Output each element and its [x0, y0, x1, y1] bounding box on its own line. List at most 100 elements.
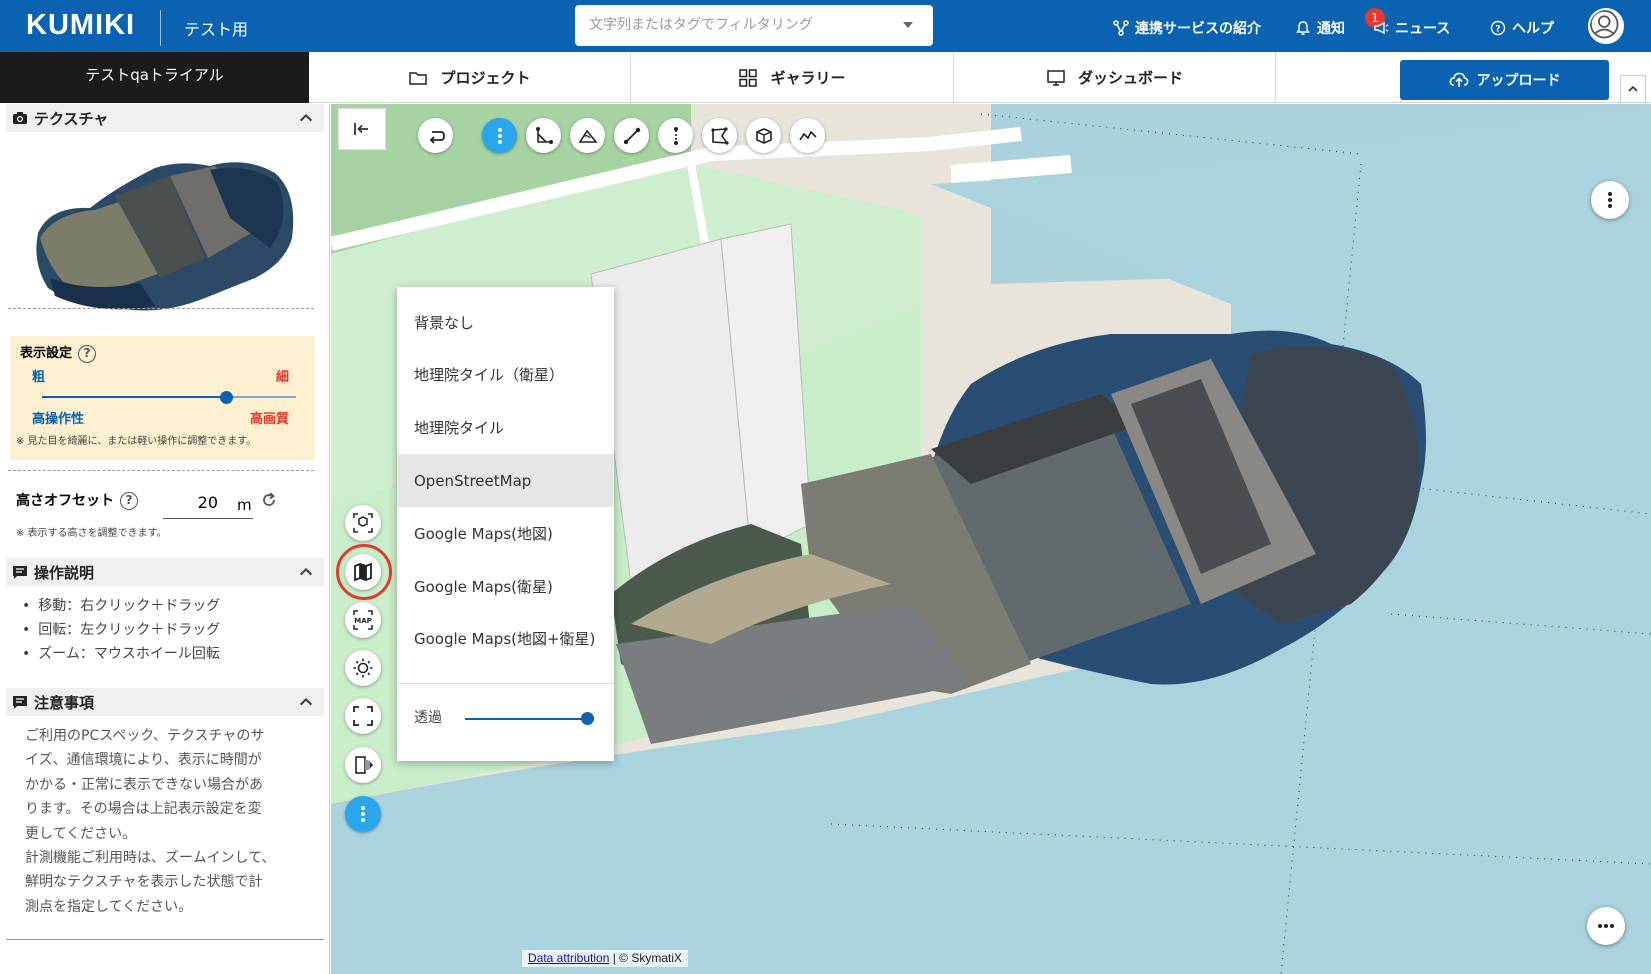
menu-item-google-map[interactable]: Google Maps(地図) — [397, 507, 614, 560]
comment-icon — [13, 696, 27, 709]
texture-section-header[interactable]: テクスチャ — [6, 104, 324, 132]
dots-vertical-icon — [1608, 192, 1612, 208]
help-circle-icon: ? — [1490, 20, 1506, 36]
list-item: ズーム：マウスホイール回転 — [22, 642, 220, 666]
dots-vertical-icon — [497, 127, 502, 144]
display-settings-panel: 表示設定? 粗 細 高操作性 高画質 ※ 見た目を綺麗に、または軽い操作に調整で… — [10, 336, 315, 460]
more-options-button[interactable] — [1587, 907, 1625, 945]
opacity-slider-thumb[interactable] — [581, 712, 594, 725]
slope-measure-button[interactable] — [570, 118, 605, 153]
chevron-up-icon[interactable] — [298, 564, 314, 580]
map-icon — [354, 562, 372, 582]
notes-line: イズ、通信環境により、表示に時間が — [25, 752, 262, 769]
view-cube-button[interactable] — [345, 505, 381, 541]
user-avatar[interactable] — [1588, 8, 1624, 44]
height-offset-input[interactable] — [163, 489, 218, 512]
user-icon — [1590, 10, 1619, 39]
menu-item-openstreetmap[interactable]: OpenStreetMap — [397, 454, 614, 507]
collapse-header-button[interactable] — [1620, 75, 1646, 103]
menu-item-no-background[interactable]: 背景なし — [397, 296, 614, 349]
tab-gallery[interactable]: ギャラリー — [631, 52, 954, 103]
exit-view-button[interactable] — [345, 747, 381, 783]
point-measure-button[interactable] — [482, 118, 517, 153]
angle-icon — [535, 126, 553, 144]
instructions-list: 移動：右クリック＋ドラッグ 回転：左クリック＋ドラッグ ズーム：マウスホイール回… — [22, 594, 220, 666]
reset-icon[interactable] — [260, 491, 278, 509]
height-offset-field[interactable]: m — [163, 489, 253, 519]
profile-measure-button[interactable] — [790, 118, 825, 153]
dropdown-caret-icon[interactable] — [903, 22, 913, 28]
fullscreen-button[interactable] — [345, 698, 381, 734]
menu-item-google-satellite[interactable]: Google Maps(衛星) — [397, 560, 614, 613]
collapse-sidebar-button[interactable] — [338, 108, 386, 150]
notes-section-header[interactable]: 注意事項 — [6, 688, 324, 716]
notifications-label: 通知 — [1317, 21, 1345, 37]
section-divider — [8, 308, 314, 309]
undo-icon — [429, 130, 445, 144]
notes-line: 測点を指定してください。 — [25, 898, 193, 915]
help-circle-icon[interactable]: ? — [78, 344, 97, 363]
lighting-button[interactable] — [345, 650, 381, 686]
left-sidebar: テクスチャ 表示設定? 粗 細 高操作性 高画質 ※ 見た目を綺麗に、または軽い… — [0, 104, 330, 974]
tab-dashboard[interactable]: ダッシュボード — [954, 52, 1276, 103]
quality-slider-thumb[interactable] — [220, 391, 233, 404]
chevron-up-icon[interactable] — [298, 110, 314, 126]
polygon-icon — [710, 126, 729, 145]
data-attribution-link[interactable]: Data attribution — [528, 951, 609, 965]
mini-map-button[interactable]: MAP — [345, 602, 381, 638]
tab-projects[interactable]: プロジェクト — [309, 52, 631, 103]
opacity-slider-track[interactable] — [465, 718, 587, 720]
area-measure-button[interactable] — [702, 118, 737, 153]
attribution-text: | © SkymatiX — [612, 951, 683, 965]
cloud-upload-icon — [1449, 72, 1468, 87]
sun-icon — [353, 658, 373, 678]
upload-button[interactable]: アップロード — [1400, 60, 1609, 100]
menu-item-gsi-tiles[interactable]: 地理院タイル — [397, 401, 614, 454]
map-text: MAP — [354, 617, 372, 625]
height-measure-button[interactable] — [658, 118, 693, 153]
help-link[interactable]: ? ヘルプ — [1490, 18, 1554, 38]
fullscreen-icon — [353, 706, 373, 726]
instructions-section-header[interactable]: 操作説明 — [6, 558, 324, 586]
collapse-left-icon — [354, 123, 368, 135]
section-divider — [6, 939, 324, 940]
megaphone-icon — [1374, 21, 1389, 35]
volume-measure-button[interactable] — [746, 118, 781, 153]
notes-text: ご利用のPCスペック、テクスチャのサ イズ、通信環境により、表示に時間が かかる… — [25, 724, 303, 919]
notes-line: ります。その場合は上記表示設定を変 — [25, 801, 262, 818]
map-options-button[interactable] — [1591, 181, 1629, 219]
comment-icon — [13, 566, 27, 579]
profile-line-icon — [798, 130, 817, 140]
cube-focus-icon — [353, 513, 373, 533]
kumiki-logo[interactable]: KUMIKI — [26, 9, 135, 42]
workspace-name[interactable]: テスト用 — [184, 16, 248, 40]
dots-horizontal-icon — [1598, 924, 1614, 928]
notes-title: 注意事項 — [34, 693, 95, 712]
menu-item-gsi-satellite[interactable]: 地理院タイル（衛星） — [397, 348, 614, 401]
menu-divider — [397, 683, 614, 684]
cube-icon — [755, 127, 772, 144]
base-map-button[interactable] — [345, 554, 381, 590]
help-circle-icon[interactable]: ? — [120, 492, 138, 510]
instructions-title: 操作説明 — [34, 563, 95, 582]
main-tab-bar: テストqaトライアル プロジェクト ギャラリー ダッシュボード アップロード — [0, 52, 1651, 103]
grid-icon — [739, 68, 758, 87]
distance-measure-button[interactable] — [614, 118, 649, 153]
triangle-angle-icon — [578, 129, 598, 143]
tag-filter-search[interactable] — [575, 5, 933, 46]
chevron-up-icon[interactable] — [298, 694, 314, 710]
notifications-link[interactable]: 通知 — [1295, 18, 1345, 38]
search-input[interactable] — [589, 14, 889, 36]
list-item: 移動：右クリック＋ドラッグ — [22, 594, 220, 618]
notes-line: 計測機能ご利用時は、ズームインして、 — [25, 850, 276, 867]
height-offset-title-text: 高さオフセット — [16, 493, 114, 509]
notes-line: かかる・正常に表示できない場合があ — [25, 776, 263, 793]
height-offset-note: ※ 表示する高さを調整できます。 — [16, 528, 167, 539]
undo-button[interactable] — [418, 118, 453, 153]
angle-measure-button[interactable] — [526, 118, 561, 153]
news-link[interactable]: ニュース — [1373, 18, 1450, 38]
menu-item-google-hybrid[interactable]: Google Maps(地図+衛星) — [397, 612, 614, 665]
display-note: ※ 見た目を綺麗に、または軽い操作に調整できます。 — [16, 436, 257, 447]
more-tools-button[interactable] — [345, 796, 381, 832]
services-link[interactable]: 連携サービスの紹介 — [1113, 18, 1261, 38]
